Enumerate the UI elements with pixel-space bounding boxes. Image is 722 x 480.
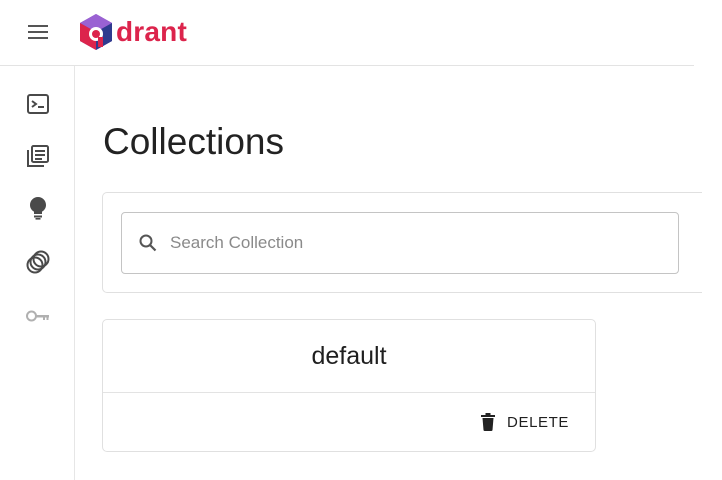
collection-name[interactable]: default — [103, 320, 595, 393]
logo-text: drant — [116, 16, 187, 47]
delete-button[interactable]: DELETE — [481, 410, 569, 434]
delete-label: DELETE — [507, 413, 569, 431]
search-input[interactable] — [168, 228, 648, 258]
app-root: drant Collections Search Collection defa… — [0, 0, 722, 480]
collections-icon[interactable] — [26, 144, 50, 168]
page-title: Collections — [103, 121, 284, 162]
key-icon[interactable] — [26, 304, 50, 328]
sidebar — [0, 66, 75, 480]
search-field[interactable] — [121, 212, 679, 274]
top-bar: drant — [0, 0, 694, 66]
logo-cube-icon — [80, 14, 112, 50]
collection-card: default DELETE — [102, 319, 596, 452]
menu-icon[interactable] — [26, 22, 50, 42]
search-panel — [102, 192, 702, 293]
qdrant-logo[interactable]: drant — [78, 12, 187, 52]
console-icon[interactable] — [26, 92, 50, 116]
trash-icon — [481, 413, 497, 431]
search-icon — [139, 233, 159, 253]
datasets-icon[interactable] — [26, 250, 50, 274]
lightbulb-icon[interactable] — [26, 196, 50, 220]
